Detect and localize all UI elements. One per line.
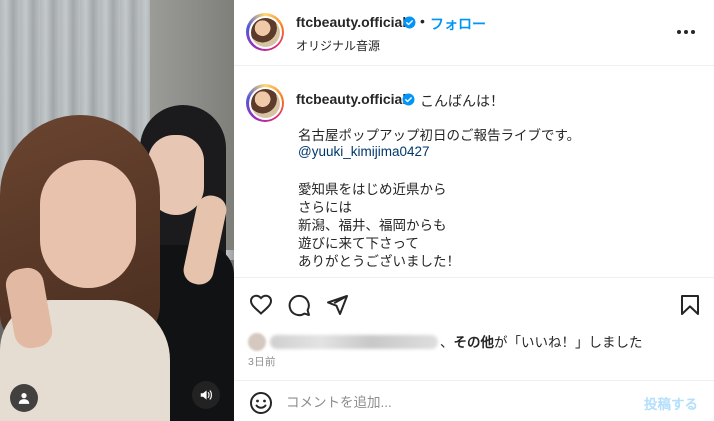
post-media[interactable] — [0, 0, 234, 421]
comment-button[interactable] — [286, 292, 312, 318]
caption-line: 名古屋ポップアップ初日のご報告ライブです。 — [298, 128, 581, 143]
comment-input[interactable] — [286, 389, 626, 415]
caption-line: ありがとうございました！ — [298, 254, 460, 269]
caption-author-username[interactable]: ftcbeauty.official — [296, 91, 406, 107]
bookmark-icon — [681, 295, 699, 315]
likes-suffix-text: が「いいね！」しました — [494, 335, 643, 350]
caption-line: 新潟、福井、福岡からも — [298, 218, 447, 233]
post-header: ftcbeauty.official • フォロー オリジナル音源 — [234, 0, 714, 66]
verified-badge-icon — [403, 16, 416, 29]
sound-toggle-button[interactable] — [192, 381, 220, 409]
person-left-face — [40, 160, 136, 288]
more-horizontal-icon — [677, 30, 695, 34]
comment-bar: 投稿する — [234, 380, 714, 421]
likes-comma: 、 — [440, 335, 454, 350]
liker-avatar-blurred — [248, 333, 266, 351]
caption-line: 遊びに来て下さって — [298, 236, 419, 251]
post-comment-button[interactable]: 投稿する — [644, 393, 698, 413]
caption-line: 愛知県をはじめ近県から — [298, 182, 447, 197]
original-audio-link[interactable]: オリジナル音源 — [296, 37, 380, 54]
verified-badge-icon — [402, 93, 415, 106]
caption-line: さらには — [298, 200, 352, 215]
post-detail-panel: ftcbeauty.official • フォロー オリジナル音源 ftcbea… — [234, 0, 714, 421]
likes-summary[interactable]: 、その他が「いいね！」しました — [248, 331, 643, 351]
caption-section: ftcbeauty.official こんばんは！ 名古屋ポップアップ初日のご報… — [234, 66, 714, 278]
post-timestamp[interactable]: 3日前 — [248, 354, 276, 369]
header-separator: • — [420, 13, 425, 29]
share-button[interactable] — [324, 292, 350, 318]
caption-greeting: こんばんは！ — [420, 93, 504, 109]
send-icon — [327, 295, 348, 315]
user-tag-icon — [18, 393, 30, 404]
save-button[interactable] — [677, 292, 703, 318]
avatar-image — [250, 88, 280, 118]
more-options-button[interactable] — [674, 22, 698, 42]
action-bar — [234, 278, 714, 328]
liker-name-blurred — [270, 335, 438, 349]
emoji-button[interactable] — [248, 390, 274, 416]
author-username[interactable]: ftcbeauty.official — [296, 14, 406, 30]
avatar-image — [250, 17, 280, 47]
caption-mention-link[interactable]: @yuuki_kimijima0427 — [298, 144, 430, 159]
emoji-icon — [250, 392, 272, 414]
follow-button[interactable]: フォロー — [430, 14, 486, 34]
comment-icon — [288, 294, 310, 317]
heart-icon — [249, 294, 273, 315]
likes-others-link[interactable]: その他 — [454, 335, 495, 350]
caption-author-avatar[interactable] — [246, 84, 284, 122]
author-avatar[interactable] — [246, 13, 284, 51]
like-button[interactable] — [248, 292, 274, 318]
user-tag-button[interactable] — [10, 384, 38, 412]
speaker-icon — [200, 390, 212, 400]
